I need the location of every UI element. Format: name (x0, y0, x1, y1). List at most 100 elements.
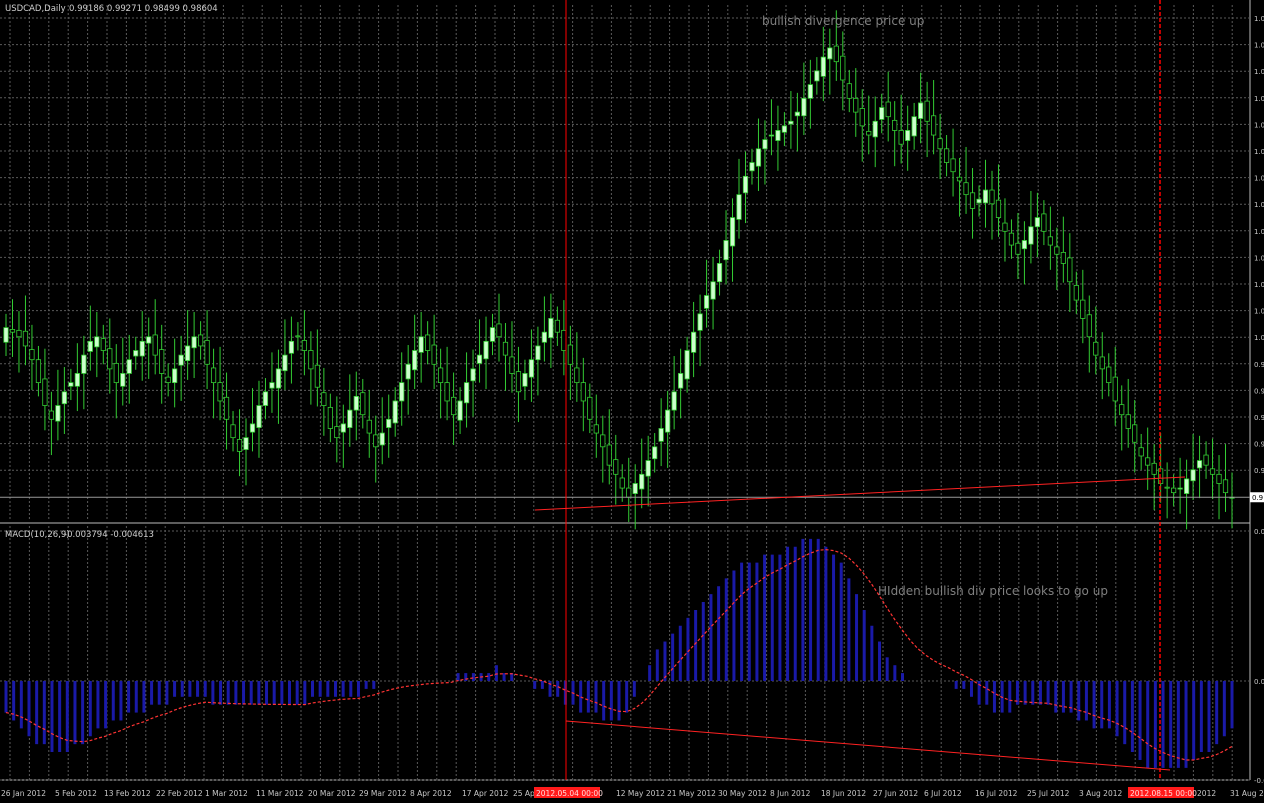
candle-body (61, 391, 67, 405)
candle-body (911, 116, 917, 137)
candle-body (295, 335, 301, 338)
candle-body (366, 419, 372, 434)
candle-body (859, 108, 865, 127)
date-tick-label: 18 Jun 2012 (821, 789, 866, 798)
candle-body (314, 364, 320, 388)
candle-body (885, 101, 891, 118)
candle-body (541, 331, 548, 343)
date-tick-label: 16 Jul 2012 (975, 789, 1018, 798)
candle-body (74, 373, 80, 387)
date-tick-label: 26 Jan 2012 (1, 789, 46, 798)
date-tick-label: 20 Mar 2012 (308, 789, 356, 798)
candle-body (606, 444, 612, 466)
candle-body (236, 439, 243, 452)
macd-tick-label: -0.0 (1254, 777, 1264, 785)
candle-body (256, 405, 262, 428)
candle-body (892, 119, 898, 131)
candle-body (788, 120, 794, 125)
candle-body (22, 330, 29, 347)
ohlc-values: 0.99186 0.99271 0.98499 0.98604 (69, 4, 218, 14)
candle-body (658, 428, 664, 442)
candle-body (1086, 314, 1092, 338)
price-tick-label: 1.0 (1254, 42, 1264, 50)
candle-body (210, 367, 217, 384)
candle-body (1190, 469, 1196, 482)
date-tick-label: 6 Jul 2012 (924, 789, 962, 798)
macd-annotation: HIdden bullish div price looks to go up (878, 584, 1108, 598)
candle-body (956, 176, 963, 182)
date-tick-label: 12 May 2012 (616, 789, 665, 798)
candle-body (561, 329, 567, 351)
candle-body (249, 423, 256, 433)
candle-body (924, 100, 930, 122)
date-tick-label: 25 Jul 2012 (1027, 789, 1070, 798)
candle-body (580, 382, 586, 402)
candle-body (418, 336, 424, 353)
candle-body (282, 354, 288, 372)
candle-body (1203, 454, 1209, 466)
price-tick-label: 1.0 (1254, 95, 1264, 103)
candle-body (1028, 226, 1034, 245)
symbol-title: USDCAD,Daily (5, 4, 66, 14)
candle-body (353, 395, 359, 411)
candle-body (133, 350, 139, 357)
candle-body (42, 378, 48, 406)
candle-body (535, 345, 541, 361)
candle-body (55, 405, 61, 422)
macd-title: MACD(10,26,9) (5, 530, 70, 540)
date-tick-label: 17 Apr 2012 (462, 789, 509, 798)
candle-body (48, 410, 55, 420)
candle-body (905, 130, 911, 141)
candle-body (9, 329, 16, 333)
candle-body (321, 392, 327, 406)
candle-body (522, 373, 528, 387)
candle-body (723, 240, 729, 261)
candle-body (846, 83, 852, 99)
candle-body (230, 424, 236, 439)
candle-body (191, 336, 197, 349)
candle-body (392, 400, 398, 424)
candle-body (749, 162, 755, 172)
candle-body (360, 392, 366, 416)
candle-body (1171, 487, 1177, 494)
candle-body (204, 340, 210, 365)
candle-body (872, 120, 878, 138)
candle-body (496, 323, 502, 338)
candle-body (827, 47, 833, 60)
candle-body (470, 368, 476, 382)
candle-body (814, 70, 820, 82)
candle-body (554, 319, 560, 333)
candle-body (301, 340, 307, 351)
candle-body (502, 341, 509, 356)
date-tick-label: 3 Aug 2012 (1079, 789, 1122, 798)
marker-date-label: 2012.08.15 00:00 (1130, 789, 1197, 798)
candle-body (989, 189, 995, 205)
candle-body (866, 130, 872, 136)
candle-body (217, 382, 223, 402)
price-tick-label: 1.0 (1254, 121, 1264, 129)
date-tick-label: 11 Mar 2012 (256, 789, 304, 798)
candle-body (1015, 242, 1021, 255)
candle-body (152, 334, 158, 356)
candle-body (431, 344, 437, 365)
candle-body (937, 138, 943, 150)
candle-body (1054, 246, 1060, 255)
price-tick-label: 1.0 (1254, 334, 1264, 342)
candle-body (1034, 217, 1040, 228)
candle-body (146, 336, 152, 344)
candle-body (120, 373, 126, 387)
candle-body (684, 350, 690, 380)
date-tick-label: 13 Feb 2012 (104, 789, 151, 798)
candle-body (1080, 299, 1086, 319)
date-tick-label: 29 Mar 2012 (359, 789, 407, 798)
price-tick-label: 1.0 (1254, 281, 1264, 289)
candle-body (126, 359, 132, 374)
candle-body (943, 148, 950, 163)
candle-body (690, 331, 697, 353)
candle-body (509, 356, 515, 374)
candle-body (1106, 366, 1112, 384)
candle-body (68, 382, 74, 387)
candle-body (425, 334, 431, 351)
candle-body (347, 409, 353, 428)
candle-body (379, 432, 385, 446)
